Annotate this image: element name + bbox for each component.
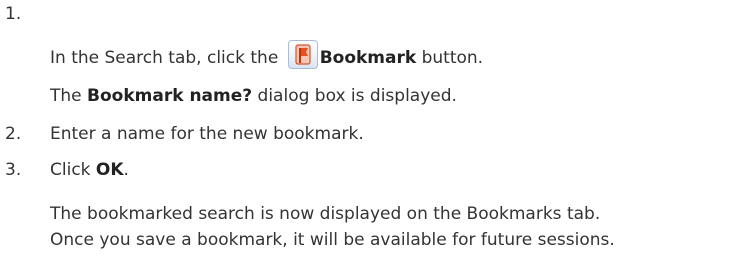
step-3-result-line-2: Once you save a bookmark, it will be ava…	[50, 230, 615, 250]
step-1-instruction: In the Search tab, click the Bookmark bu…	[50, 40, 483, 69]
step-2-text: Enter a name for the new bookmark.	[50, 124, 364, 144]
step-3-text-after: .	[123, 160, 129, 180]
step-1-result-bold: Bookmark name?	[87, 86, 253, 106]
step-3-ok-bold: OK	[95, 160, 124, 180]
step-1-bookmark-bold: Bookmark	[319, 48, 417, 68]
step-1-result: The Bookmark name? dialog box is display…	[50, 86, 457, 106]
step-3-text: Click	[50, 160, 96, 180]
step-1-number: 1.	[5, 4, 22, 24]
step-3-instruction: Click OK.	[50, 160, 129, 180]
step-1-result-post: dialog box is displayed.	[252, 86, 457, 106]
step-2-number: 2.	[5, 124, 22, 144]
step-1-result-pre: The	[50, 86, 88, 106]
step-3-result-line-1: The bookmarked search is now displayed o…	[50, 204, 601, 224]
step-1-text-after: button.	[416, 48, 484, 68]
bookmark-flag-icon	[287, 40, 318, 69]
step-3-number: 3.	[5, 160, 22, 180]
step-1-text: In the Search tab, click the	[50, 48, 279, 68]
